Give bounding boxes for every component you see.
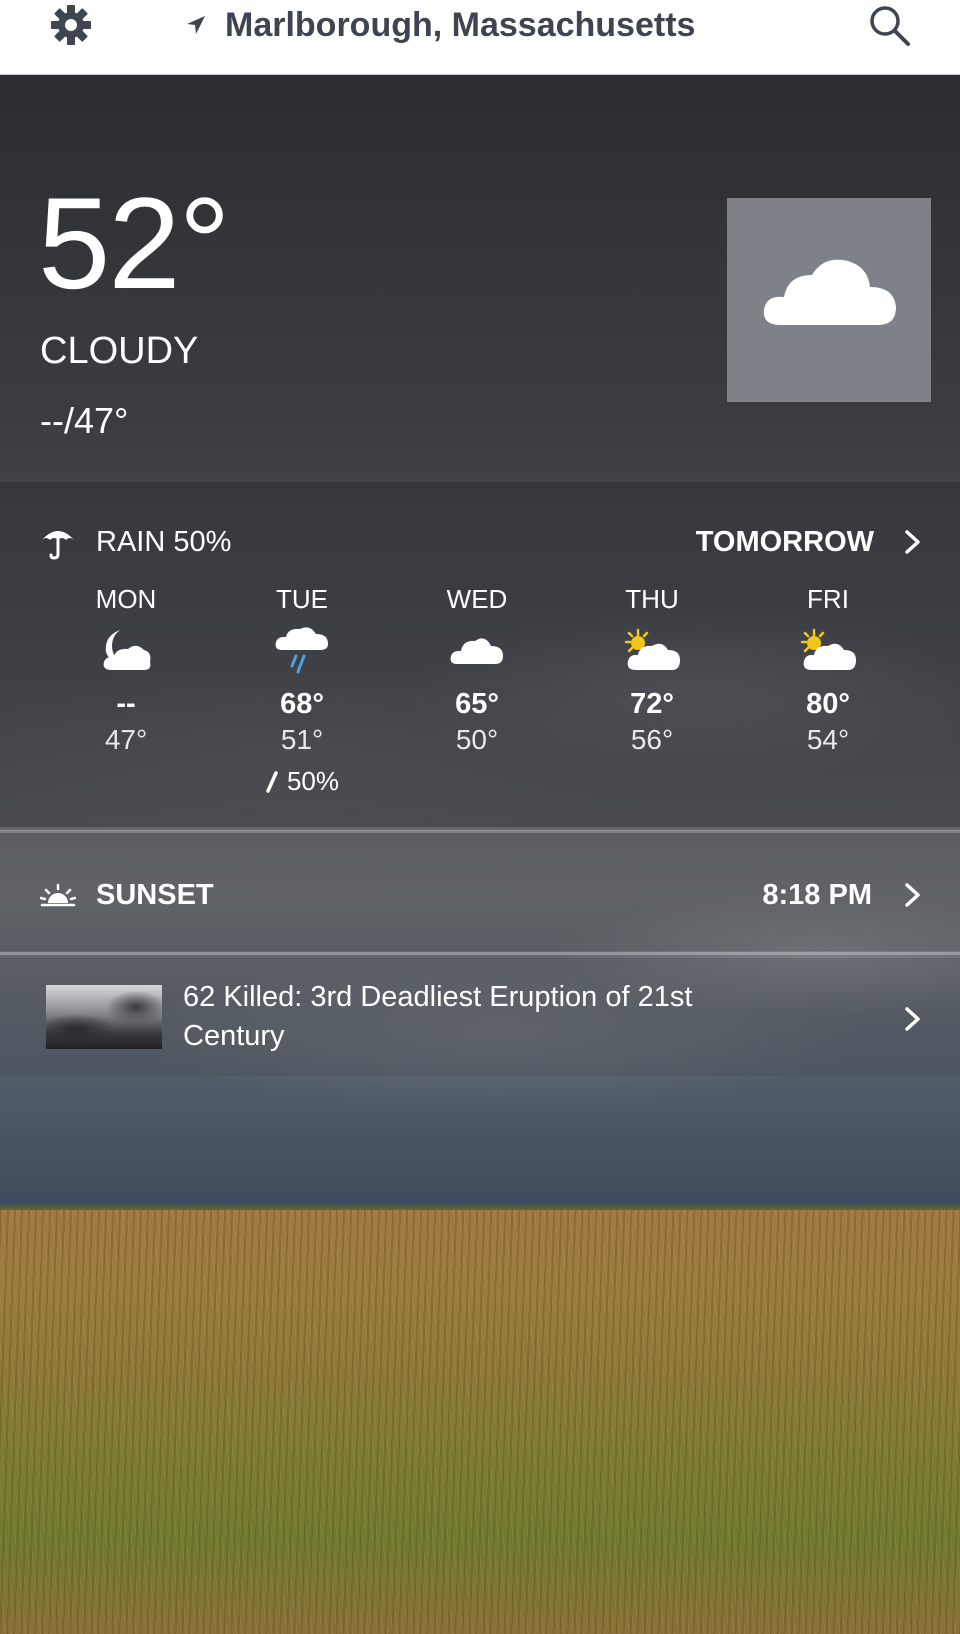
day-low: 56° — [630, 724, 674, 755]
location-title[interactable]: Marlborough, Massachusetts — [185, 2, 695, 48]
forecast-day-tue[interactable]: TUE 68° 51° 50% — [222, 582, 382, 797]
day-high: 68° — [280, 688, 324, 720]
day-low: 50° — [455, 724, 499, 755]
gear-icon[interactable] — [48, 2, 94, 48]
sunset-time: 8:18 PM — [762, 878, 872, 911]
sunset-icon — [40, 883, 76, 907]
day-name: WED — [446, 584, 508, 614]
day-high: 65° — [455, 688, 499, 720]
day-name: FRI — [807, 584, 849, 614]
day-low: 51° — [280, 724, 324, 755]
top-bar: Marlborough, Massachusetts — [0, 0, 960, 75]
day-high: -- — [116, 688, 136, 720]
sunset-label: SUNSET — [96, 878, 214, 911]
umbrella-icon — [42, 531, 74, 560]
day-low: 54° — [806, 724, 850, 755]
current-condition: CLOUDY — [40, 330, 199, 372]
condition-image — [727, 198, 931, 402]
forecast-day-mon[interactable]: MON -- 47° — [46, 582, 206, 758]
tomorrow-label: TOMORROW — [695, 525, 874, 558]
forecast-day-thu[interactable]: THU 72° 56° — [572, 582, 732, 758]
chevron-right-icon[interactable] — [904, 882, 922, 908]
rain-label: RAIN 50% — [96, 525, 232, 558]
day-low: 47° — [104, 724, 148, 755]
divider — [0, 952, 960, 955]
grass-field-background — [0, 1210, 960, 1634]
chevron-right-icon[interactable] — [904, 1006, 922, 1032]
cloud-icon — [450, 638, 503, 664]
location-arrow-icon — [187, 16, 205, 34]
day-high: 72° — [630, 688, 674, 720]
current-temperature: 52° — [38, 170, 231, 316]
location-label: Marlborough, Massachusetts — [225, 5, 696, 44]
moon-cloud-icon — [103, 630, 151, 670]
raindrop-icon — [266, 770, 278, 793]
day-high: 80° — [806, 688, 850, 720]
forecast-day-wed[interactable]: WED 65° 50° — [397, 582, 557, 758]
day-name: MON — [95, 584, 157, 614]
news-headline[interactable]: 62 Killed: 3rd Deadliest Eruption of 21s… — [183, 978, 743, 1056]
forecast-day-fri[interactable]: FRI 80° 54° — [748, 582, 908, 758]
sunset-info: SUNSET — [40, 875, 214, 915]
rain-chance: RAIN 50% — [40, 522, 231, 562]
day-name: TUE — [276, 584, 328, 614]
partly-sunny-icon — [624, 628, 680, 670]
precip-value: 50% — [286, 766, 340, 796]
current-hi-lo: --/47° — [40, 400, 129, 441]
tomorrow-link[interactable]: TOMORROW — [696, 522, 874, 562]
partly-sunny-icon — [800, 628, 856, 670]
search-icon[interactable] — [866, 2, 912, 48]
chevron-right-icon[interactable] — [904, 529, 922, 555]
rain-cloud-icon — [275, 627, 328, 674]
cloud-icon — [763, 259, 896, 325]
day-name: THU — [625, 584, 679, 614]
day-precipitation: 50% — [222, 766, 382, 797]
news-thumbnail — [46, 985, 162, 1049]
